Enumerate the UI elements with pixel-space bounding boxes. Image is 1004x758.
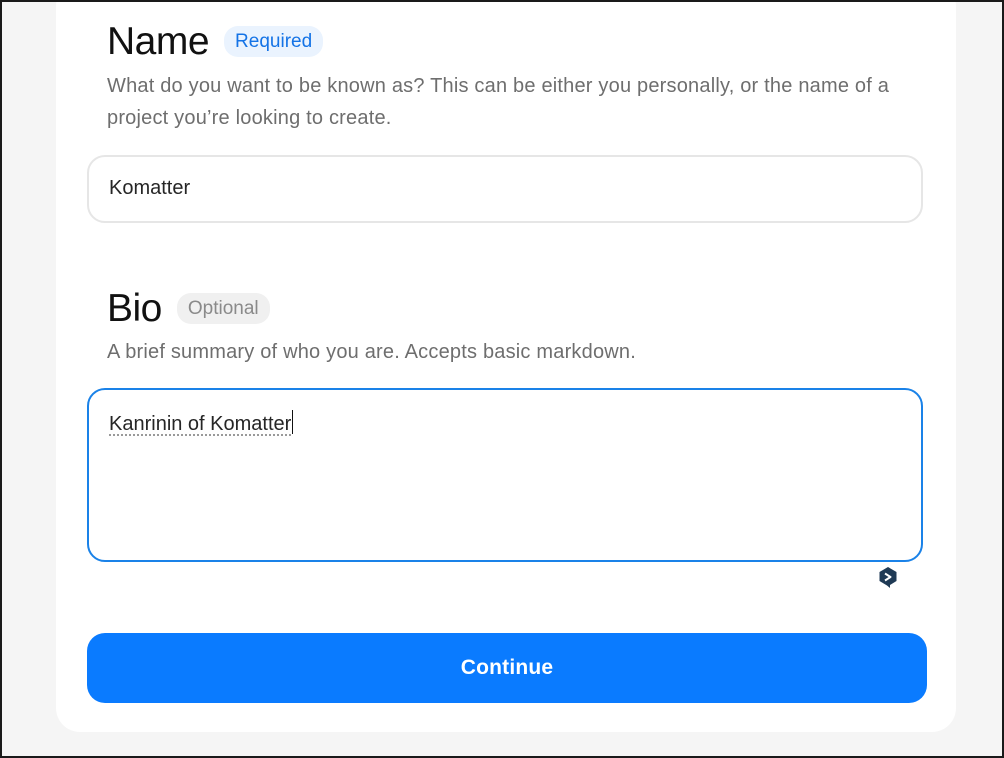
name-heading: Name bbox=[107, 20, 210, 63]
bio-heading: Bio bbox=[107, 287, 162, 330]
window-frame: Name Required What do you want to be kno… bbox=[0, 0, 1004, 758]
bio-description: A brief summary of who you are. Accepts … bbox=[107, 341, 636, 363]
name-description: What do you want to be known as? This ca… bbox=[107, 75, 890, 129]
name-heading-row: Name Required bbox=[107, 20, 324, 63]
optional-badge: Optional bbox=[176, 293, 270, 324]
continue-button[interactable]: Continue bbox=[87, 633, 927, 703]
name-input-value: Komatter bbox=[109, 177, 191, 199]
required-badge: Required bbox=[224, 26, 324, 57]
text-cursor bbox=[292, 410, 294, 434]
grammar-assistant-icon[interactable] bbox=[876, 565, 900, 589]
bio-textarea-value: Kanrinin of Komatter bbox=[109, 413, 292, 435]
name-input[interactable]: Komatter bbox=[87, 155, 923, 223]
bio-textarea[interactable]: Kanrinin of Komatter bbox=[87, 388, 923, 562]
bio-heading-row: Bio Optional bbox=[107, 289, 270, 328]
form-card: Name Required What do you want to be kno… bbox=[56, 2, 956, 732]
